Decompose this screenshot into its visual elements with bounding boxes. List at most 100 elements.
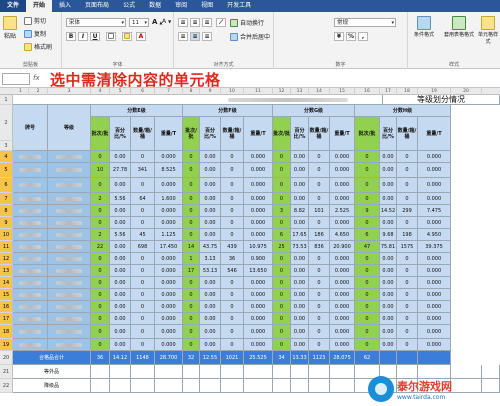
data-cell[interactable]: 6 [273,229,291,241]
data-cell[interactable]: 0 [221,301,244,313]
font-color-button[interactable]: A [136,32,146,41]
totals-cell[interactable] [397,351,418,365]
totals-label[interactable]: 合格品合计 [13,351,91,365]
data-cell[interactable]: 0.000 [155,277,183,289]
data-cell[interactable]: 0.000 [244,301,273,313]
data-cell[interactable]: 0.000 [155,325,183,339]
totals-cell[interactable]: 1021 [221,351,244,365]
data-cell[interactable]: 0.000 [418,265,451,277]
data-cell[interactable]: 0 [397,325,418,339]
row-header[interactable]: 10 [0,229,13,241]
data-cell[interactable]: 0 [131,339,155,351]
data-cell[interactable]: 0 [183,217,200,229]
data-cell[interactable]: 0.000 [330,313,355,325]
column-header-cell[interactable]: 17 [380,88,397,95]
data-cell[interactable]: 0.00 [380,163,397,178]
format-painter-button[interactable]: 格式刷 [24,42,52,51]
grade-cell[interactable] [48,325,91,339]
data-cell[interactable]: 0.000 [244,163,273,178]
data-cell[interactable]: 0 [221,205,244,217]
data-cell[interactable]: 0.000 [418,313,451,325]
data-cell[interactable]: 0.00 [110,205,131,217]
row-header[interactable]: 9 [0,217,13,229]
data-cell[interactable]: 73.53 [291,241,309,253]
data-cell[interactable]: 0.000 [244,325,273,339]
data-cell[interactable]: 0.00 [110,217,131,229]
data-cell[interactable]: 0 [221,277,244,289]
column-header-cell[interactable]: 10 [221,88,244,95]
underline-button[interactable]: U [90,32,100,41]
data-cell[interactable]: 0.00 [200,301,221,313]
data-cell[interactable]: 0 [309,265,330,277]
data-cell[interactable]: 0.000 [330,217,355,229]
column-header-cell[interactable]: 11 [244,88,273,95]
header-sub_pct[interactable]: 百分比/% [380,117,397,151]
data-cell[interactable]: 0 [273,313,291,325]
data-cell[interactable]: 0.000 [330,178,355,193]
data-cell[interactable]: 0 [355,301,380,313]
data-cell[interactable]: 0 [397,151,418,163]
data-cell[interactable]: 0 [131,205,155,217]
tab-0[interactable]: 文件 [0,0,27,12]
totals-cell[interactable]: 28.700 [155,351,183,365]
data-cell[interactable]: 0 [183,163,200,178]
data-cell[interactable]: 0.00 [291,163,309,178]
data-cell[interactable]: 0.000 [244,289,273,301]
brand-cell[interactable] [13,241,48,253]
data-cell[interactable]: 0 [397,253,418,265]
brand-cell[interactable] [13,339,48,351]
data-cell[interactable]: 0 [131,277,155,289]
data-cell[interactable]: 0.000 [244,205,273,217]
data-cell[interactable]: 0 [355,339,380,351]
column-header-cell[interactable]: 5 [110,88,131,95]
data-cell[interactable]: 0 [91,325,110,339]
align-bottom-button[interactable]: ≡ [202,18,212,27]
data-cell[interactable]: 0 [273,151,291,163]
empty-cell[interactable] [309,379,330,393]
data-cell[interactable]: 0 [221,289,244,301]
empty-cell[interactable] [110,365,131,379]
row-header[interactable]: 6 [0,178,13,193]
data-cell[interactable]: 0 [91,313,110,325]
column-header-cell[interactable]: 15 [330,88,355,95]
data-cell[interactable]: 0.00 [110,277,131,289]
data-cell[interactable]: 439 [221,241,244,253]
data-cell[interactable]: 0 [309,151,330,163]
data-cell[interactable]: 0.00 [110,325,131,339]
brand-cell[interactable] [13,178,48,193]
column-header-cell[interactable]: 19 [418,88,451,95]
totals-cell[interactable] [418,351,451,365]
data-cell[interactable]: 0.000 [155,313,183,325]
align-top-button[interactable]: ≡ [178,18,188,27]
brand-cell[interactable] [13,313,48,325]
data-cell[interactable]: 20.900 [330,241,355,253]
data-cell[interactable]: 341 [131,163,155,178]
data-cell[interactable]: 0 [91,178,110,193]
row-header[interactable]: 12 [0,253,13,265]
data-cell[interactable]: 0 [131,151,155,163]
data-cell[interactable]: 0 [91,339,110,351]
data-cell[interactable]: 17.65 [291,229,309,241]
header-group_f[interactable]: 分数F级 [183,105,273,117]
row-header[interactable]: 14 [0,277,13,289]
data-cell[interactable]: 64 [131,193,155,205]
grade-cell[interactable] [48,277,91,289]
cell-style-button[interactable]: 单元格样式 [476,16,500,45]
data-cell[interactable]: 13.650 [244,265,273,277]
data-cell[interactable]: 0.000 [418,325,451,339]
data-cell[interactable]: 0.000 [330,339,355,351]
tab-4[interactable]: 公式 [116,0,142,12]
data-cell[interactable]: 0 [355,217,380,229]
currency-button[interactable]: ¥ [334,32,344,41]
cut-button[interactable]: 剪切 [24,16,46,25]
data-cell[interactable]: 0 [91,151,110,163]
row-header[interactable]: 20 [0,351,13,365]
data-cell[interactable]: 0 [91,289,110,301]
data-cell[interactable]: 0 [183,339,200,351]
data-cell[interactable]: 0 [273,325,291,339]
row-out-label[interactable]: 等外品 [13,365,91,379]
header-grade[interactable]: 等级 [48,105,91,151]
data-cell[interactable]: 1 [183,253,200,265]
empty-cell[interactable] [131,379,155,393]
data-cell[interactable]: 0.000 [244,217,273,229]
